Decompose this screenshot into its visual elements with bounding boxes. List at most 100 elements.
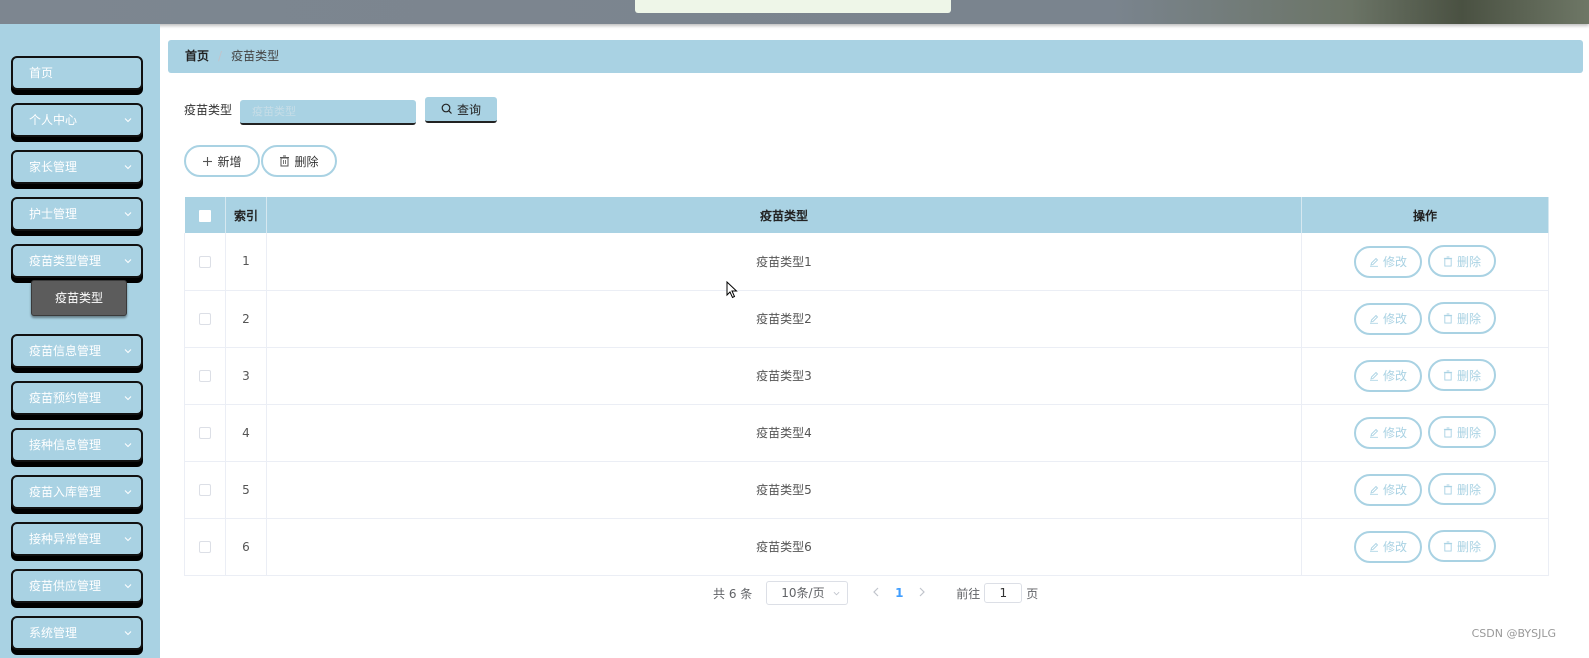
goto-page-input[interactable] — [984, 583, 1023, 603]
row-select-cell[interactable] — [184, 233, 226, 291]
edit-button[interactable]: 修改 — [1354, 245, 1422, 278]
search-input[interactable] — [240, 100, 416, 125]
row-index: 6 — [225, 518, 267, 576]
row-index: 1 — [225, 233, 267, 291]
column-header-index: 索引 — [225, 197, 267, 233]
sidebar-item-8[interactable]: 疫苗入库管理 — [11, 475, 143, 509]
next-page-button[interactable] — [912, 586, 932, 600]
edit-button-label: 修改 — [1382, 369, 1407, 384]
page-size-select[interactable]: 10条/页 — [766, 581, 849, 605]
delete-button[interactable]: 删除 — [1428, 416, 1496, 449]
page-number-current[interactable]: 1 — [886, 586, 912, 600]
row-select-cell[interactable] — [184, 290, 226, 348]
delete-button-label: 删除 — [1456, 425, 1481, 440]
delete-button-label: 删除 — [1456, 368, 1481, 383]
sidebar-item-1[interactable]: 个人中心 — [11, 103, 143, 137]
chevron-down-icon — [833, 591, 840, 596]
row-index: 3 — [225, 347, 267, 405]
row-checkbox[interactable] — [199, 313, 211, 325]
delete-button[interactable]: 删除 — [1428, 359, 1496, 392]
add-button[interactable]: 新增 — [184, 145, 260, 177]
sidebar-item-10[interactable]: 疫苗供应管理 — [11, 569, 143, 603]
sidebar-item-2[interactable]: 家长管理 — [11, 150, 143, 184]
row-type: 疫苗类型2 — [266, 290, 1302, 348]
breadcrumb-home[interactable]: 首页 — [185, 49, 209, 63]
row-select-cell[interactable] — [184, 404, 226, 462]
chevron-down-icon — [124, 259, 132, 264]
row-actions: 修改 删除 — [1301, 290, 1549, 348]
edit-button[interactable]: 修改 — [1354, 302, 1422, 335]
trash-icon — [1443, 427, 1453, 438]
sidebar-item-0[interactable]: 首页 — [11, 56, 143, 90]
edit-button-label: 修改 — [1382, 483, 1407, 498]
sidebar-item-3[interactable]: 护士管理 — [11, 197, 143, 231]
sidebar-item-5[interactable]: 疫苗信息管理 — [11, 334, 143, 368]
chevron-left-icon — [873, 587, 879, 597]
sidebar-item-label: 疫苗入库管理 — [29, 485, 102, 499]
delete-button-label: 删除 — [1456, 482, 1481, 497]
delete-button[interactable]: 删除 — [1428, 245, 1496, 277]
sidebar-subitem-vaccine-type[interactable]: 疫苗类型 — [31, 280, 127, 316]
top-header — [0, 0, 1589, 24]
mouse-cursor-icon — [726, 281, 738, 299]
delete-button-label: 删除 — [1456, 539, 1481, 554]
row-actions: 修改 删除 — [1301, 518, 1549, 576]
row-actions: 修改 删除 — [1301, 404, 1549, 462]
select-all-cell[interactable] — [184, 197, 226, 233]
table-row: 4 疫苗类型4 修改 删除 — [184, 404, 1549, 462]
row-checkbox[interactable] — [199, 541, 211, 553]
sidebar-item-label: 个人中心 — [29, 113, 78, 127]
sidebar-item-label: 疫苗供应管理 — [29, 579, 102, 593]
chevron-down-icon — [124, 631, 132, 636]
row-checkbox[interactable] — [199, 255, 211, 268]
search-button[interactable]: 查询 — [425, 97, 497, 123]
edit-button[interactable]: 修改 — [1354, 359, 1422, 392]
notice-bar — [635, 0, 951, 13]
column-header-ops: 操作 — [1301, 197, 1549, 233]
sidebar-item-label: 护士管理 — [29, 207, 78, 221]
table-row: 1 疫苗类型1 修改 删除 — [184, 233, 1549, 291]
trash-icon — [1443, 370, 1453, 381]
chevron-down-icon — [124, 490, 132, 495]
edit-button[interactable]: 修改 — [1354, 530, 1422, 563]
delete-button[interactable]: 删除 — [1428, 530, 1496, 563]
chevron-right-icon — [919, 587, 926, 597]
batch-delete-button[interactable]: 删除 — [261, 145, 337, 177]
edit-button[interactable]: 修改 — [1354, 416, 1422, 449]
trash-icon — [1443, 541, 1453, 552]
trash-icon — [1443, 484, 1453, 495]
select-all-checkbox[interactable] — [198, 209, 211, 222]
row-select-cell[interactable] — [184, 518, 226, 576]
row-actions: 修改 删除 — [1301, 233, 1549, 291]
edit-button[interactable]: 修改 — [1354, 473, 1422, 506]
delete-button[interactable]: 删除 — [1428, 473, 1496, 506]
row-type: 疫苗类型3 — [266, 347, 1302, 405]
delete-button[interactable]: 删除 — [1428, 302, 1496, 335]
row-select-cell[interactable] — [184, 347, 226, 405]
sidebar-item-6[interactable]: 疫苗预约管理 — [11, 381, 143, 415]
sidebar-item-4[interactable]: 疫苗类型管理 — [11, 244, 143, 278]
row-index: 4 — [225, 404, 267, 462]
sidebar-item-label: 疫苗信息管理 — [29, 344, 102, 358]
plus-icon — [203, 156, 213, 166]
prev-page-button[interactable] — [866, 586, 886, 600]
edit-icon — [1369, 371, 1379, 381]
row-type: 疫苗类型1 — [266, 233, 1302, 291]
row-type: 疫苗类型6 — [266, 518, 1302, 576]
sidebar-item-7[interactable]: 接种信息管理 — [11, 428, 143, 462]
row-checkbox[interactable] — [199, 427, 211, 439]
table-row: 2 疫苗类型2 修改 删除 — [184, 290, 1549, 348]
row-checkbox[interactable] — [199, 370, 211, 382]
search-icon — [441, 103, 452, 114]
watermark: CSDN @BYSJLG — [1471, 627, 1556, 640]
sidebar: 首页 个人中心 家长管理 护士管理 疫苗类型管理 疫苗信息管理 疫苗预约管理 接种信息管理 疫苗… — [0, 24, 160, 658]
row-checkbox[interactable] — [199, 484, 211, 496]
edit-button-label: 修改 — [1382, 312, 1407, 327]
row-select-cell[interactable] — [184, 461, 226, 519]
sidebar-item-label: 首页 — [29, 66, 54, 80]
sidebar-item-9[interactable]: 接种异常管理 — [11, 522, 143, 556]
chevron-down-icon — [124, 396, 132, 401]
table-header-row: 索引 疫苗类型 操作 — [184, 197, 1549, 233]
column-header-type: 疫苗类型 — [266, 197, 1302, 233]
sidebar-item-11[interactable]: 系统管理 — [11, 616, 143, 650]
